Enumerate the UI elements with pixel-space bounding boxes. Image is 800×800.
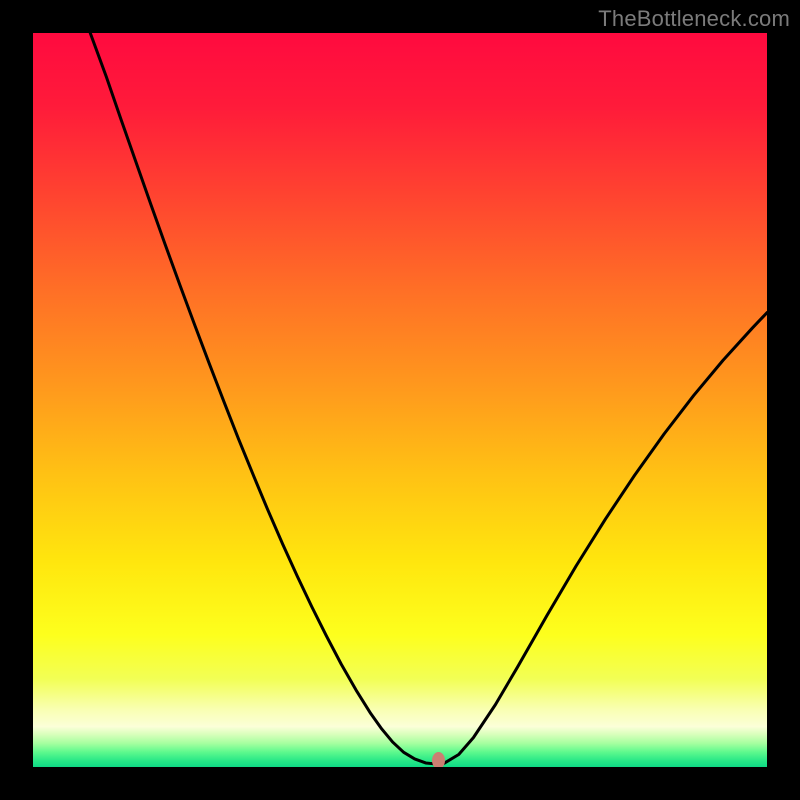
chart-frame: TheBottleneck.com	[0, 0, 800, 800]
optimal-point-marker	[432, 752, 445, 767]
plot-area	[33, 33, 767, 767]
watermark-text: TheBottleneck.com	[598, 6, 790, 32]
bottleneck-curve	[33, 33, 767, 767]
